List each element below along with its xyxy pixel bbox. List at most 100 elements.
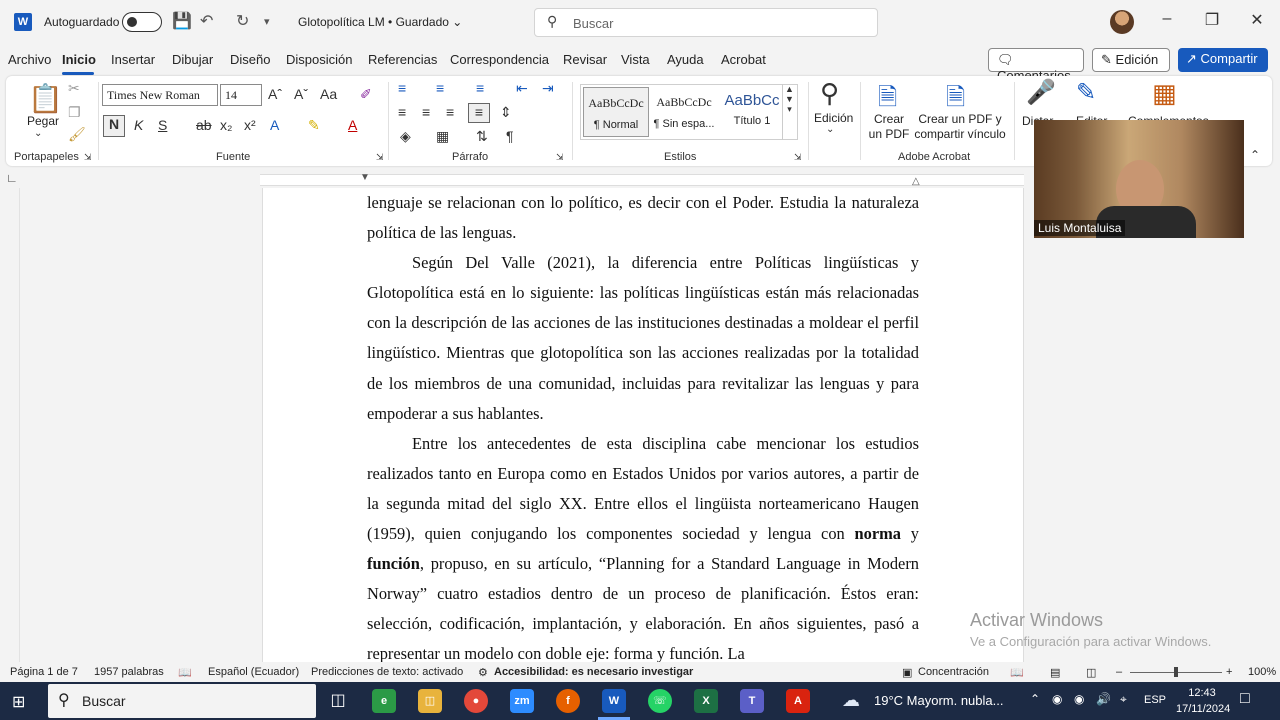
align-left-icon[interactable]: ≡	[398, 104, 406, 120]
align-right-icon[interactable]: ≡	[446, 104, 454, 120]
web-layout-icon[interactable]: ◫	[1086, 666, 1096, 679]
wifi-icon[interactable]: ⌖	[1120, 692, 1127, 707]
tab-diseno[interactable]: Diseño	[230, 52, 270, 67]
italic-icon[interactable]: K	[134, 117, 143, 133]
proofing-icon[interactable]: 📖	[178, 666, 192, 679]
shading-icon[interactable]: ◈	[400, 128, 411, 145]
search-icon[interactable]: ⚲	[820, 78, 839, 109]
acrobat-icon[interactable]: A	[786, 689, 810, 713]
weather-text[interactable]: 19°C Mayorm. nubla...	[874, 693, 1003, 708]
show-marks-icon[interactable]: ¶	[506, 128, 514, 144]
strikethrough-icon[interactable]: ab	[196, 117, 212, 133]
redo-icon[interactable]: ↻	[236, 11, 249, 31]
tab-ayuda[interactable]: Ayuda	[667, 52, 704, 67]
create-pdf-button[interactable]: Crear un PDF	[868, 112, 910, 142]
dialog-launcher-icon[interactable]: ⇲	[556, 152, 564, 163]
font-color-icon[interactable]: A	[348, 117, 357, 133]
zoom-out-icon[interactable]: –	[1116, 666, 1122, 678]
document-title[interactable]: Glotopolítica LM • Guardado ⌄	[298, 15, 462, 29]
undo-icon[interactable]: ↶	[200, 11, 213, 31]
tab-acrobat[interactable]: Acrobat	[721, 52, 766, 67]
tab-insertar[interactable]: Insertar	[111, 52, 155, 67]
print-layout-icon[interactable]: ▤	[1050, 666, 1060, 679]
focus-icon[interactable]: ▣	[902, 666, 912, 679]
style-no-spacing[interactable]: AaBbCcDc ¶ Sin espa...	[651, 87, 717, 137]
paragraph[interactable]: lenguaje se relacionan con lo político, …	[367, 188, 919, 248]
user-avatar[interactable]	[1110, 10, 1134, 34]
copy-icon[interactable]: ❐	[68, 104, 81, 121]
font-size-select[interactable]: 14	[220, 84, 262, 106]
tab-archivo[interactable]: Archivo	[8, 52, 51, 67]
microphone-tray-icon[interactable]: ◉	[1074, 692, 1084, 706]
video-call-window[interactable]: Luis Montaluisa	[1034, 120, 1244, 238]
paragraph[interactable]: Entre los antecedentes de esta disciplin…	[367, 429, 919, 662]
paragraph[interactable]: Según Del Valle (2021), la diferencia en…	[367, 248, 919, 429]
zoom-slider-thumb[interactable]	[1174, 667, 1178, 677]
tab-correspondencia[interactable]: Correspondencia	[450, 52, 549, 67]
dialog-launcher-icon[interactable]: ⇲	[376, 152, 384, 163]
chevron-down-icon[interactable]: ⌄	[34, 128, 42, 139]
editing-label[interactable]: Edición	[814, 111, 853, 125]
tray-chevron-icon[interactable]: ⌃	[1030, 692, 1040, 706]
text-predictions-status[interactable]: Predicciones de texto: activado	[311, 666, 463, 678]
search-box[interactable]: ⚲ Buscar	[534, 8, 878, 37]
close-icon[interactable]: ✕	[1242, 10, 1272, 30]
comments-button[interactable]: 🗨 Comentarios	[988, 48, 1084, 83]
justify-icon[interactable]: ≡	[468, 103, 490, 123]
accessibility-status[interactable]: Accesibilidad: es necesario investigar	[494, 666, 693, 678]
notifications-icon[interactable]: □	[1240, 690, 1250, 708]
numbering-icon[interactable]: ≡	[436, 80, 444, 96]
superscript-icon[interactable]: x²	[244, 117, 256, 133]
autosave-toggle[interactable]	[122, 12, 162, 32]
windows-start-icon[interactable]: ⊞	[12, 692, 25, 712]
read-mode-icon[interactable]: 📖	[1010, 666, 1024, 679]
styles-scroll-icon[interactable]: ▲ ▼ ▾	[782, 84, 796, 140]
whatsapp-icon[interactable]: ☏	[648, 689, 672, 713]
tab-vista[interactable]: Vista	[621, 52, 650, 67]
zoom-in-icon[interactable]: +	[1226, 666, 1232, 678]
grow-font-icon[interactable]: Aˆ	[268, 86, 282, 102]
shrink-font-icon[interactable]: Aˇ	[294, 86, 308, 102]
tab-referencias[interactable]: Referencias	[368, 52, 437, 67]
excel-icon[interactable]: X	[694, 689, 718, 713]
edge-icon[interactable]: e	[372, 689, 396, 713]
language-status[interactable]: Español (Ecuador)	[208, 666, 299, 678]
camera-icon[interactable]: ◉	[1052, 692, 1062, 706]
firefox-icon[interactable]: f	[556, 689, 580, 713]
font-name-select[interactable]: Times New Roman	[102, 84, 218, 106]
collapse-ribbon-icon[interactable]: ⌃	[1250, 148, 1260, 162]
editing-mode-button[interactable]: ✎ Edición ⌄	[1092, 48, 1170, 83]
tab-disposicion[interactable]: Disposición	[286, 52, 352, 67]
document-body[interactable]: lenguaje se relacionan con lo político, …	[367, 188, 919, 662]
clock[interactable]: 12:43 17/11/2024	[1176, 685, 1230, 717]
editor-icon[interactable]: ✎	[1076, 78, 1096, 107]
dialog-launcher-icon[interactable]: ⇲	[84, 152, 92, 163]
addins-icon[interactable]: ▦	[1152, 78, 1177, 109]
format-painter-icon[interactable]: 🖌	[68, 126, 86, 143]
word-taskbar-icon[interactable]: W	[602, 689, 626, 713]
task-view-icon[interactable]: ◫	[326, 689, 350, 713]
style-normal[interactable]: AaBbCcDc ¶ Normal	[583, 87, 649, 137]
file-explorer-icon[interactable]: ◫	[418, 689, 442, 713]
restore-icon[interactable]: ❐	[1197, 10, 1227, 30]
paste-label[interactable]: Pegar	[27, 114, 59, 128]
word-count[interactable]: 1957 palabras	[94, 666, 164, 678]
cut-icon[interactable]: ✂	[68, 80, 80, 97]
volume-icon[interactable]: 🔊	[1096, 692, 1111, 706]
decrease-indent-icon[interactable]: ⇤	[516, 80, 528, 97]
taskbar-search[interactable]: ⚲ Buscar	[48, 684, 316, 718]
chevron-down-icon[interactable]: ⌄	[826, 124, 834, 135]
highlight-icon[interactable]: ✎	[308, 117, 320, 134]
page-count[interactable]: Página 1 de 7	[10, 666, 78, 678]
focus-mode[interactable]: Concentración	[918, 666, 989, 678]
zoom-level[interactable]: 100%	[1248, 666, 1276, 678]
bold-icon[interactable]: N	[103, 115, 125, 137]
microphone-icon[interactable]: 🎤	[1026, 78, 1056, 107]
multilevel-list-icon[interactable]: ≡	[476, 80, 484, 96]
accessibility-icon[interactable]: ⚙	[478, 666, 488, 679]
dialog-launcher-icon[interactable]: ⇲	[794, 152, 802, 163]
document-page[interactable]: lenguaje se relacionan con lo político, …	[262, 188, 1024, 662]
save-icon[interactable]: 💾	[172, 11, 192, 31]
minimize-icon[interactable]: –	[1152, 10, 1182, 28]
zoom-app-icon[interactable]: zm	[510, 689, 534, 713]
